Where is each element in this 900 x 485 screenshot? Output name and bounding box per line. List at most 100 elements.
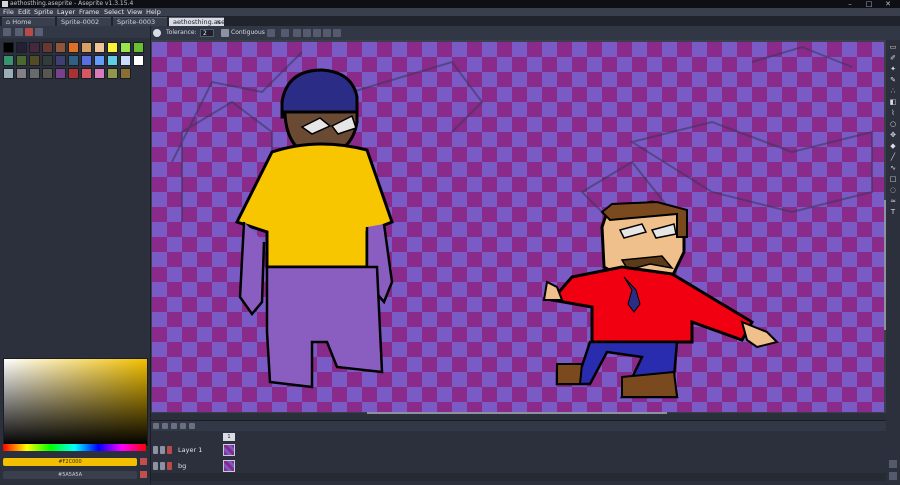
zoom-icon[interactable]: ○ — [889, 120, 897, 128]
layer-row[interactable]: bg — [151, 459, 235, 473]
menu-frame[interactable]: Frame — [79, 8, 99, 16]
close-window-button[interactable]: ✕ — [881, 0, 895, 8]
tab-sprite-0003[interactable]: Sprite-0003 — [113, 17, 167, 26]
minimize-button[interactable]: – — [843, 0, 857, 8]
menu-sprite[interactable]: Sprite — [34, 8, 53, 16]
more-options-icon[interactable] — [333, 29, 341, 37]
palette-swatch[interactable] — [55, 55, 66, 66]
magic-wand-icon[interactable]: ✦ — [889, 65, 897, 73]
palette-swatch[interactable] — [3, 68, 14, 79]
menu-edit[interactable]: Edit — [18, 8, 31, 16]
lock-icon[interactable] — [160, 462, 165, 470]
spray-icon[interactable]: ∴ — [889, 87, 897, 95]
continuous-icon[interactable] — [167, 462, 172, 470]
palette-swatch[interactable] — [68, 55, 79, 66]
palette-swatch[interactable] — [107, 68, 118, 79]
visibility-eye-icon[interactable] — [153, 462, 158, 470]
palette-swatch[interactable] — [81, 55, 92, 66]
palette-swatch[interactable] — [81, 68, 92, 79]
rectangle-icon[interactable]: □ — [889, 175, 897, 183]
sprite-canvas[interactable] — [152, 42, 884, 412]
palette-swatch[interactable] — [94, 68, 105, 79]
palette-options-icon[interactable] — [3, 28, 11, 36]
bg-swap-icon[interactable] — [140, 471, 147, 478]
palette-sort-icon[interactable] — [25, 28, 33, 36]
palette-swatch[interactable] — [94, 55, 105, 66]
pixel-perfect-icon[interactable] — [281, 29, 289, 37]
layer-row[interactable]: Layer 1 — [151, 443, 235, 457]
menu-layer[interactable]: Layer — [57, 8, 75, 16]
cel-thumbnail[interactable] — [223, 444, 235, 456]
menu-help[interactable]: Help — [146, 8, 161, 16]
palette-swatch[interactable] — [29, 68, 40, 79]
palette-swatch[interactable] — [68, 42, 79, 53]
hue-slider[interactable] — [3, 444, 146, 451]
palette-swatch[interactable] — [68, 68, 79, 79]
eyedropper-icon[interactable]: ⌇ — [889, 109, 897, 117]
sample-layers-icon[interactable] — [267, 29, 275, 37]
background-color-bar[interactable]: #5A5A5A — [3, 471, 137, 479]
line-icon[interactable]: ╱ — [889, 153, 897, 161]
palette-swatch[interactable] — [120, 55, 131, 66]
eraser-icon[interactable]: ◧ — [889, 98, 897, 106]
tolerance-input[interactable]: 2 — [200, 29, 214, 37]
palette-swatch[interactable] — [55, 68, 66, 79]
selection-replace-icon[interactable] — [293, 29, 301, 37]
palette-swatch[interactable] — [133, 55, 144, 66]
palette-swatch[interactable] — [55, 42, 66, 53]
prev-frame-icon[interactable] — [162, 423, 168, 429]
timeline-scrollbar[interactable] — [151, 473, 886, 481]
palette-swatch[interactable] — [16, 42, 27, 53]
timeline-zoom-icon[interactable] — [889, 460, 897, 468]
palette-swatch[interactable] — [29, 42, 40, 53]
timeline-settings-icon[interactable] — [889, 472, 897, 480]
tab-sprite-0002[interactable]: Sprite-0002 — [57, 17, 111, 26]
foreground-color-bar[interactable]: #F2C000 — [3, 458, 137, 466]
menu-view[interactable]: View — [127, 8, 142, 16]
palette-swatch[interactable] — [107, 42, 118, 53]
next-frame-icon[interactable] — [180, 423, 186, 429]
horizontal-scrollbar[interactable] — [367, 412, 667, 414]
fg-swap-icon[interactable] — [140, 458, 147, 465]
selection-add-icon[interactable] — [303, 29, 311, 37]
maximize-button[interactable]: □ — [862, 0, 876, 8]
pencil-icon[interactable]: ✎ — [889, 76, 897, 84]
palette-presets-icon[interactable] — [35, 28, 43, 36]
palette-swatch[interactable] — [42, 68, 53, 79]
frame-number[interactable]: 1 — [223, 433, 235, 441]
palette-swatch[interactable] — [107, 55, 118, 66]
palette-swatch[interactable] — [94, 42, 105, 53]
lock-icon[interactable] — [160, 446, 165, 454]
palette-swatch[interactable] — [42, 42, 53, 53]
last-frame-icon[interactable] — [189, 423, 195, 429]
paint-bucket-icon[interactable]: ◆ — [889, 142, 897, 150]
play-icon[interactable] — [171, 423, 177, 429]
palette-swatch[interactable] — [3, 42, 14, 53]
palette-swatch[interactable] — [16, 55, 27, 66]
palette-swatch[interactable] — [29, 55, 40, 66]
palette-swatch[interactable] — [42, 55, 53, 66]
palette-edit-icon[interactable] — [15, 28, 23, 36]
palette-swatch[interactable] — [120, 42, 131, 53]
color-spectrum[interactable] — [3, 358, 148, 446]
tab-home[interactable]: ⌂ Home — [2, 17, 55, 26]
cel-thumbnail[interactable] — [223, 460, 235, 472]
palette-swatch[interactable] — [133, 42, 144, 53]
menu-file[interactable]: File — [3, 8, 14, 16]
palette-swatch[interactable] — [3, 55, 14, 66]
visibility-eye-icon[interactable] — [153, 446, 158, 454]
rectangular-marquee-icon[interactable]: ▭ — [889, 43, 897, 51]
palette-swatch[interactable] — [16, 68, 27, 79]
blur-icon[interactable]: ≈ — [889, 197, 897, 205]
text-icon[interactable]: T — [889, 208, 897, 216]
contiguous-checkbox[interactable] — [221, 29, 229, 37]
selection-subtract-icon[interactable] — [313, 29, 321, 37]
lasso-icon[interactable]: ✐ — [889, 54, 897, 62]
curve-icon[interactable]: ∿ — [889, 164, 897, 172]
continuous-icon[interactable] — [167, 446, 172, 454]
tool-indicator-icon[interactable] — [153, 29, 161, 37]
menu-select[interactable]: Select — [104, 8, 124, 16]
move-icon[interactable]: ✥ — [889, 131, 897, 139]
selection-intersect-icon[interactable] — [323, 29, 331, 37]
palette-swatch[interactable] — [120, 68, 131, 79]
